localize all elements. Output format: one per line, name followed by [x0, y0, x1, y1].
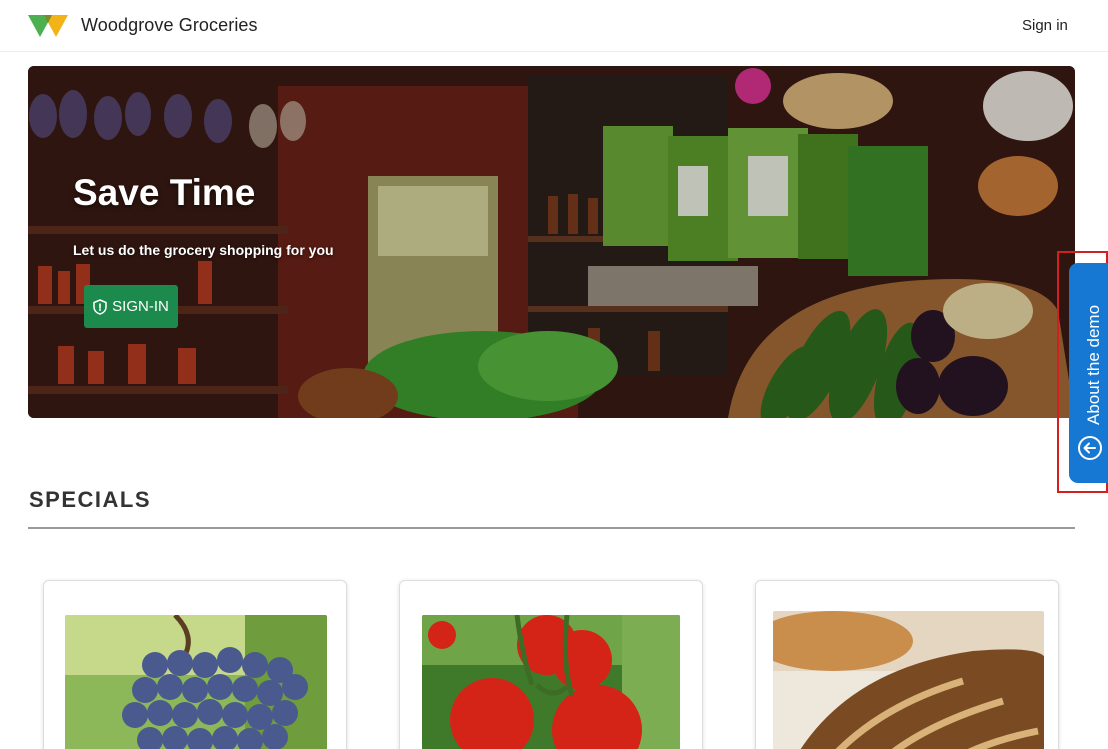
hero-banner: Save Time Let us do the grocery shopping… [28, 66, 1075, 418]
hero-subtitle: Let us do the grocery shopping for you [73, 242, 334, 258]
product-card-tomatoes[interactable] [399, 580, 703, 749]
specials-divider [28, 527, 1075, 529]
about-the-demo-tab[interactable]: About the demo [1069, 263, 1108, 483]
shield-icon [93, 298, 107, 315]
hero-title: Save Time [73, 172, 256, 213]
header-sign-in-link[interactable]: Sign in [1022, 17, 1068, 34]
arrow-left-circle-icon [1078, 436, 1102, 460]
hero-sign-in-button[interactable]: SIGN-IN [84, 285, 178, 328]
hero-sign-in-label: SIGN-IN [112, 298, 169, 315]
specials-heading: SPECIALS [29, 487, 152, 512]
tomatoes-image [422, 615, 680, 749]
product-card-grapes[interactable] [43, 580, 347, 749]
woodgrove-logo-icon[interactable] [28, 14, 68, 38]
grapes-image [65, 615, 327, 749]
about-the-demo-label: About the demo [1084, 304, 1103, 425]
top-navigation-bar: Woodgrove Groceries Sign in [0, 0, 1108, 52]
brand-name[interactable]: Woodgrove Groceries [81, 15, 258, 36]
bread-image [773, 611, 1044, 749]
product-card-bread[interactable] [755, 580, 1059, 749]
